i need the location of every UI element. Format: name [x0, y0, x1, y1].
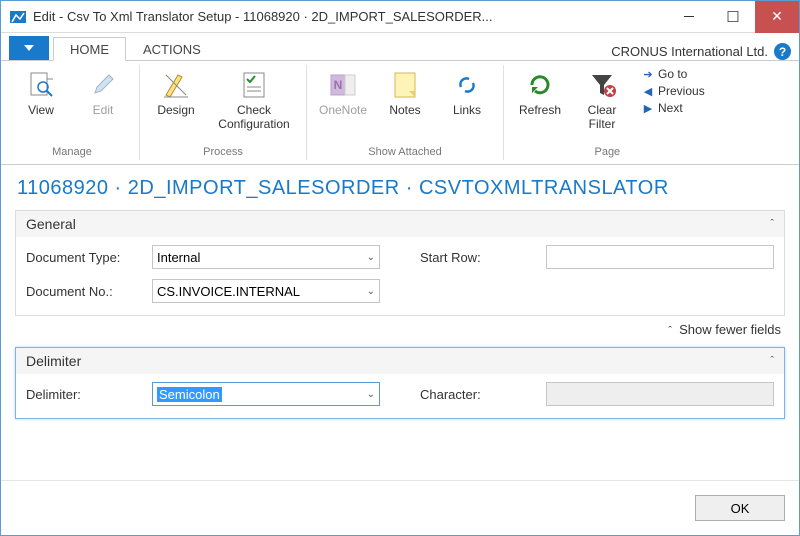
chevron-down-icon: ⌄ — [367, 389, 375, 400]
clear-filter-button[interactable]: Clear Filter — [572, 65, 632, 131]
check-configuration-button[interactable]: Check Configuration — [208, 65, 300, 131]
minimize-button[interactable] — [667, 1, 711, 33]
page-title: 11068920 · 2D_IMPORT_SALESORDER · CSVTOX… — [1, 165, 799, 206]
close-button[interactable]: ✕ — [755, 1, 799, 33]
refresh-icon — [524, 69, 556, 101]
svg-text:N: N — [334, 78, 343, 92]
ribbon: View Edit Manage Design Ch — [1, 61, 799, 165]
window-title: Edit - Csv To Xml Translator Setup - 110… — [33, 9, 667, 24]
chevron-up-icon: ˆ — [770, 218, 774, 230]
links-button[interactable]: Links — [437, 65, 497, 117]
design-button[interactable]: Design — [146, 65, 206, 117]
chevron-down-icon: ⌄ — [367, 252, 375, 263]
previous-button[interactable]: ◀Previous — [642, 84, 705, 98]
group-process-label: Process — [203, 144, 243, 160]
chevron-up-icon: ˆ — [668, 325, 672, 337]
start-row-label: Start Row: — [420, 250, 540, 265]
arrow-right-icon: ➔ — [642, 68, 654, 81]
pencil-icon — [87, 69, 119, 101]
fasttab-general-header[interactable]: General ˆ — [16, 211, 784, 237]
notes-button[interactable]: Notes — [375, 65, 435, 117]
group-page-label: Page — [594, 144, 620, 160]
refresh-button[interactable]: Refresh — [510, 65, 570, 117]
edit-button: Edit — [73, 65, 133, 117]
document-type-dropdown[interactable]: Internal⌄ — [152, 245, 380, 269]
magnifier-page-icon — [25, 69, 57, 101]
tab-home[interactable]: HOME — [53, 37, 126, 61]
show-fewer-fields-link[interactable]: ˆ Show fewer fields — [1, 316, 799, 343]
onenote-icon: N — [327, 69, 359, 101]
fasttab-delimiter: Delimiter ˆ Delimiter: Semicolon⌄ Charac… — [15, 347, 785, 419]
fasttab-general: General ˆ Document Type: Internal⌄ Docum… — [15, 210, 785, 316]
group-show-attached-label: Show Attached — [368, 144, 441, 160]
notes-icon — [389, 69, 421, 101]
title-bar: Edit - Csv To Xml Translator Setup - 110… — [1, 1, 799, 33]
goto-button[interactable]: ➔Go to — [642, 67, 705, 81]
app-menu-button[interactable] — [9, 36, 49, 60]
app-icon — [9, 8, 27, 26]
triangle-left-icon: ◀ — [642, 85, 654, 98]
triangle-right-icon: ▶ — [642, 102, 654, 115]
help-icon[interactable]: ? — [774, 43, 791, 60]
design-icon — [160, 69, 192, 101]
document-no-dropdown[interactable]: CS.INVOICE.INTERNAL⌄ — [152, 279, 380, 303]
start-row-input[interactable] — [546, 245, 774, 269]
document-no-label: Document No.: — [26, 284, 146, 299]
chevron-up-icon: ˆ — [770, 355, 774, 367]
group-manage-label: Manage — [52, 144, 92, 160]
fasttab-delimiter-header[interactable]: Delimiter ˆ — [16, 348, 784, 374]
character-label: Character: — [420, 387, 540, 402]
delimiter-dropdown[interactable]: Semicolon⌄ — [152, 382, 380, 406]
ribbon-tabs: HOME ACTIONS CRONUS International Ltd. ? — [1, 33, 799, 61]
links-icon — [451, 69, 483, 101]
document-type-label: Document Type: — [26, 250, 146, 265]
delimiter-label: Delimiter: — [26, 387, 146, 402]
view-button[interactable]: View — [11, 65, 71, 117]
onenote-button: N OneNote — [313, 65, 373, 117]
checklist-icon — [238, 69, 270, 101]
maximize-button[interactable]: ☐ — [711, 1, 755, 33]
chevron-down-icon: ⌄ — [367, 286, 375, 297]
clear-filter-icon — [586, 69, 618, 101]
footer: OK — [1, 480, 799, 535]
character-input — [546, 382, 774, 406]
next-button[interactable]: ▶Next — [642, 101, 705, 115]
ok-button[interactable]: OK — [695, 495, 785, 521]
company-name: CRONUS International Ltd. ? — [611, 43, 799, 60]
tab-actions[interactable]: ACTIONS — [126, 37, 218, 61]
